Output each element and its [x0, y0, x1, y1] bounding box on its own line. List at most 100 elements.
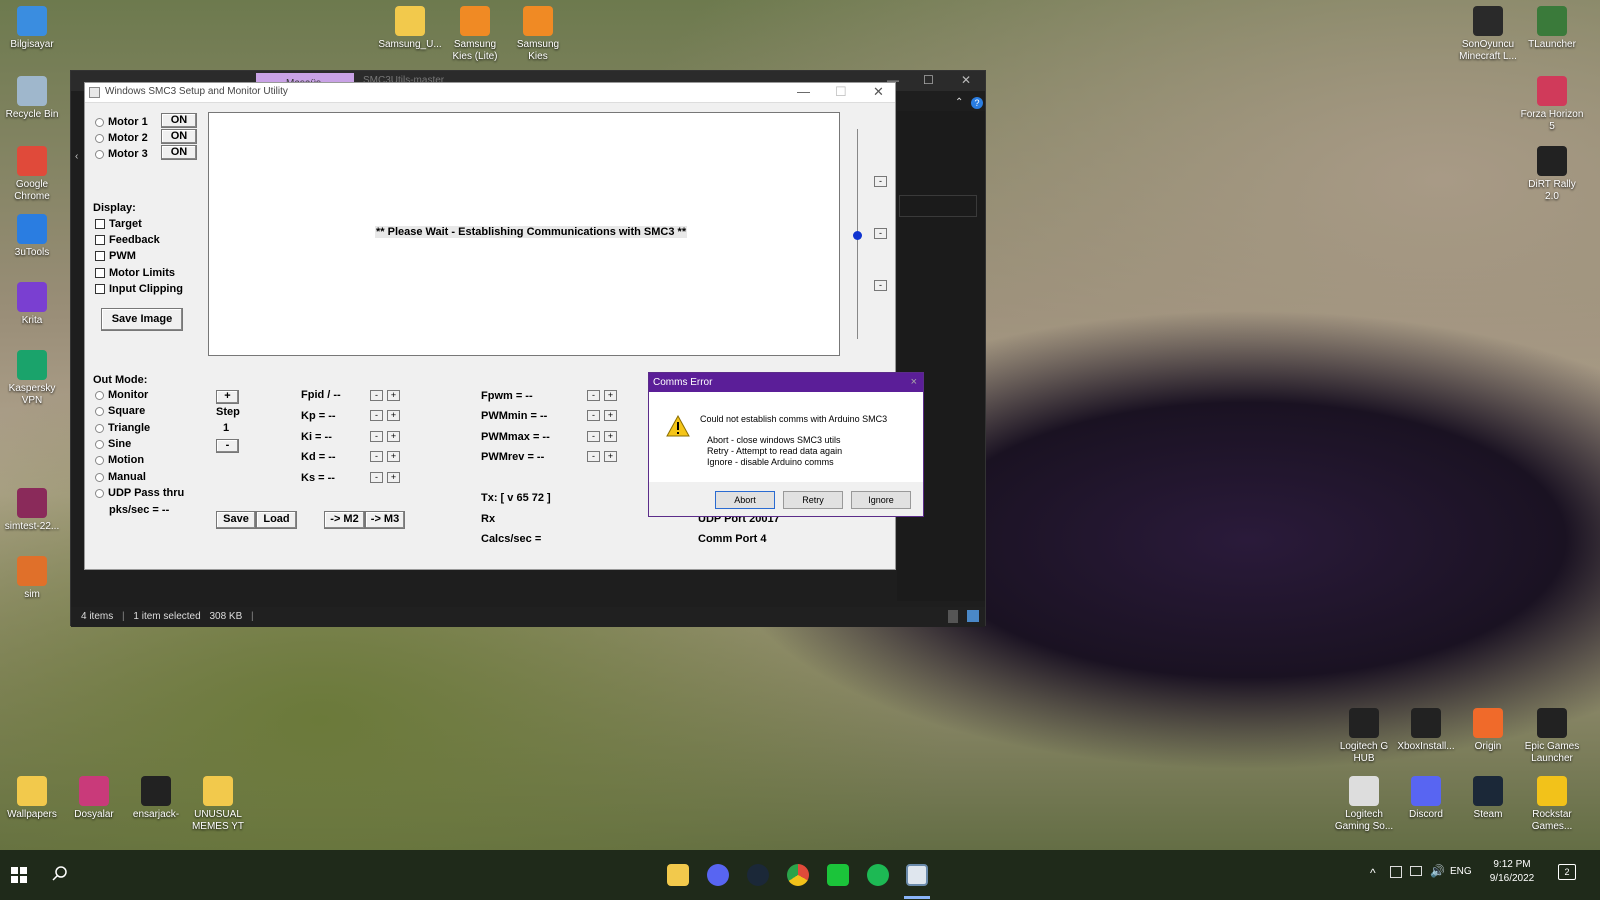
- triangle-radio[interactable]: [95, 424, 104, 433]
- notification-center-icon[interactable]: 2: [1558, 864, 1576, 880]
- desktop-icon-left-5[interactable]: Kaspersky VPN: [0, 350, 64, 407]
- kp-minus-button[interactable]: -: [370, 410, 383, 421]
- slider-thumb[interactable]: [853, 231, 862, 240]
- desktop-icon-right-1[interactable]: TLauncher: [1520, 6, 1584, 51]
- desktop-icon-left-2[interactable]: Google Chrome: [0, 146, 64, 203]
- smc3-taskbar-icon[interactable]: [906, 864, 928, 886]
- details-view-icon[interactable]: [948, 610, 958, 623]
- desktop-icon-bottom-right-a-2[interactable]: Origin: [1456, 708, 1520, 753]
- minimize-icon[interactable]: —: [797, 84, 810, 99]
- desktop-icon-bottom-left-0[interactable]: Wallpapers: [0, 776, 64, 821]
- tray-app-icon[interactable]: [1390, 866, 1402, 878]
- load-button[interactable]: Load: [256, 511, 297, 529]
- close-icon[interactable]: ×: [911, 376, 917, 388]
- file-explorer-taskbar-icon[interactable]: [667, 864, 689, 886]
- pwmmax-plus-button[interactable]: +: [604, 431, 617, 442]
- pwmmax-minus-button[interactable]: -: [587, 431, 600, 442]
- chevron-up-icon[interactable]: ⌃: [955, 97, 963, 108]
- feedback-checkbox[interactable]: [95, 235, 105, 245]
- pwmrev-plus-button[interactable]: +: [604, 451, 617, 462]
- slider-button-top[interactable]: -: [874, 176, 887, 187]
- discord-taskbar-icon[interactable]: [707, 864, 729, 886]
- kp-plus-button[interactable]: +: [387, 410, 400, 421]
- step-minus-button[interactable]: -: [216, 439, 239, 453]
- network-icon[interactable]: [1410, 866, 1422, 876]
- ki-plus-button[interactable]: +: [387, 431, 400, 442]
- slider-button-mid[interactable]: -: [874, 228, 887, 239]
- slider-button-bottom[interactable]: -: [874, 280, 887, 291]
- save-button[interactable]: Save: [216, 511, 256, 529]
- desktop-icon-bottom-left-1[interactable]: Dosyalar: [62, 776, 126, 821]
- spotify-taskbar-icon[interactable]: [867, 864, 889, 886]
- desktop-icon-bottom-right-a-0[interactable]: Logitech G HUB: [1332, 708, 1396, 765]
- clock[interactable]: 9:12 PM 9/16/2022: [1484, 859, 1540, 884]
- chrome-taskbar-icon[interactable]: [787, 864, 809, 886]
- fpwm-minus-button[interactable]: -: [587, 390, 600, 401]
- sine-radio[interactable]: [95, 440, 104, 449]
- desktop-icon-bottom-left-3[interactable]: UNUSUAL MEMES YT: [186, 776, 250, 833]
- ks-minus-button[interactable]: -: [370, 472, 383, 483]
- explorer-search-field[interactable]: [899, 195, 977, 217]
- search-icon[interactable]: [52, 866, 68, 882]
- desktop-icon-top-2[interactable]: Samsung Kies: [506, 6, 570, 63]
- motor-3-radio[interactable]: [95, 150, 104, 159]
- pwmmin-minus-button[interactable]: -: [587, 410, 600, 421]
- ks-plus-button[interactable]: +: [387, 472, 400, 483]
- copy-to-m3-button[interactable]: -> M3: [365, 511, 405, 529]
- chevron-left-icon[interactable]: ‹: [75, 151, 78, 162]
- desktop-icon-left-1[interactable]: Recycle Bin: [0, 76, 64, 121]
- desktop-icon-bottom-right-a-3[interactable]: Epic Games Launcher: [1520, 708, 1584, 765]
- close-icon[interactable]: ✕: [961, 73, 971, 87]
- target-checkbox[interactable]: [95, 219, 105, 229]
- volume-icon[interactable]: 🔊: [1430, 864, 1445, 878]
- abort-button[interactable]: Abort: [715, 491, 775, 509]
- steam-taskbar-icon[interactable]: [747, 864, 769, 886]
- language-indicator[interactable]: ENG: [1450, 866, 1472, 877]
- ignore-button[interactable]: Ignore: [851, 491, 911, 509]
- motor-2-toggle[interactable]: ON: [161, 129, 197, 144]
- help-icon[interactable]: ?: [971, 97, 983, 109]
- maximize-icon[interactable]: ☐: [835, 84, 847, 100]
- desktop-icon-right-3[interactable]: DiRT Rally 2.0: [1520, 146, 1584, 203]
- pwmrev-minus-button[interactable]: -: [587, 451, 600, 462]
- input-clipping-checkbox[interactable]: [95, 284, 105, 294]
- desktop-icon-top-0[interactable]: Samsung_U...: [378, 6, 442, 51]
- motor-3-toggle[interactable]: ON: [161, 145, 197, 160]
- kd-minus-button[interactable]: -: [370, 451, 383, 462]
- desktop-icon-bottom-right-b-0[interactable]: Logitech Gaming So...: [1332, 776, 1396, 833]
- desktop-icon-left-6[interactable]: simtest-22...: [0, 488, 64, 533]
- kd-plus-button[interactable]: +: [387, 451, 400, 462]
- pwmmin-plus-button[interactable]: +: [604, 410, 617, 421]
- desktop-icon-bottom-right-b-3[interactable]: Rockstar Games...: [1520, 776, 1584, 833]
- fpid-plus-button[interactable]: +: [387, 390, 400, 401]
- maximize-icon[interactable]: ☐: [923, 73, 934, 87]
- tiles-view-icon[interactable]: [967, 610, 979, 622]
- retry-button[interactable]: Retry: [783, 491, 843, 509]
- motor-1-toggle[interactable]: ON: [161, 113, 197, 128]
- step-plus-button[interactable]: +: [216, 390, 239, 404]
- manual-radio[interactable]: [95, 473, 104, 482]
- desktop-icon-bottom-right-b-2[interactable]: Steam: [1456, 776, 1520, 821]
- desktop-icon-bottom-right-a-1[interactable]: XboxInstall...: [1394, 708, 1458, 753]
- nvidia-taskbar-icon[interactable]: [827, 864, 849, 886]
- motor-1-radio[interactable]: [95, 118, 104, 127]
- desktop-icon-bottom-right-b-1[interactable]: Discord: [1394, 776, 1458, 821]
- desktop-icon-left-3[interactable]: 3uTools: [0, 214, 64, 259]
- close-icon[interactable]: ✕: [873, 84, 884, 100]
- desktop-icon-left-7[interactable]: sim: [0, 556, 64, 601]
- windows-start-icon[interactable]: [11, 867, 27, 883]
- desktop-icon-left-4[interactable]: Krita: [0, 282, 64, 327]
- ki-minus-button[interactable]: -: [370, 431, 383, 442]
- fpwm-plus-button[interactable]: +: [604, 390, 617, 401]
- desktop-icon-bottom-left-2[interactable]: ensarjack-: [124, 776, 188, 821]
- pwm-checkbox[interactable]: [95, 251, 105, 261]
- desktop-icon-right-2[interactable]: Forza Horizon 5: [1520, 76, 1584, 133]
- udp-pass-thru-radio[interactable]: [95, 489, 104, 498]
- chevron-up-icon[interactable]: ^: [1370, 866, 1376, 880]
- square-radio[interactable]: [95, 407, 104, 416]
- monitor-radio[interactable]: [95, 391, 104, 400]
- save-image-button[interactable]: Save Image: [101, 308, 183, 331]
- motion-radio[interactable]: [95, 456, 104, 465]
- copy-to-m2-button[interactable]: -> M2: [324, 511, 365, 529]
- desktop-icon-left-0[interactable]: Bilgisayar: [0, 6, 64, 51]
